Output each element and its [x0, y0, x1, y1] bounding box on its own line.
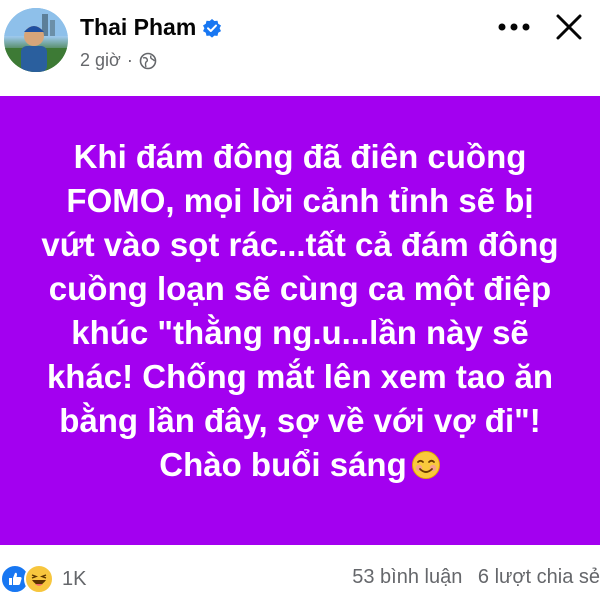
engagement-stats: 53 bình luận 6 lượt chia sẻ: [342, 566, 600, 589]
post-footer: 1K 53 bình luận 6 lượt chia sẻ: [0, 556, 600, 600]
post-text-content: Khi đám đông đã điên cuồng FOMO, mọi lời…: [41, 137, 559, 483]
globe-icon: [139, 52, 157, 70]
meta-dot: ·: [126, 50, 133, 70]
author-row: Thai Pham: [80, 14, 222, 41]
post-text: Khi đám đông đã điên cuồng FOMO, mọi lời…: [40, 135, 560, 487]
reaction-count[interactable]: 1K: [62, 568, 86, 591]
avatar[interactable]: [4, 8, 68, 72]
more-options-icon[interactable]: [494, 12, 534, 42]
share-count[interactable]: 6 lượt chia sẻ: [478, 566, 600, 588]
author-name[interactable]: Thai Pham: [80, 14, 196, 41]
post-background: Khi đám đông đã điên cuồng FOMO, mọi lời…: [0, 96, 600, 545]
reactions-summary[interactable]: 1K: [0, 564, 86, 594]
close-icon[interactable]: [552, 10, 586, 44]
comment-count[interactable]: 53 bình luận: [352, 566, 462, 588]
post-meta: 2 giờ ·: [80, 50, 157, 71]
post-header: Thai Pham 2 giờ ·: [0, 0, 600, 96]
verified-badge-icon: [202, 18, 222, 38]
post-time[interactable]: 2 giờ: [80, 50, 121, 71]
haha-reaction-icon: [24, 564, 54, 594]
smiling-face-emoji: [411, 447, 441, 479]
